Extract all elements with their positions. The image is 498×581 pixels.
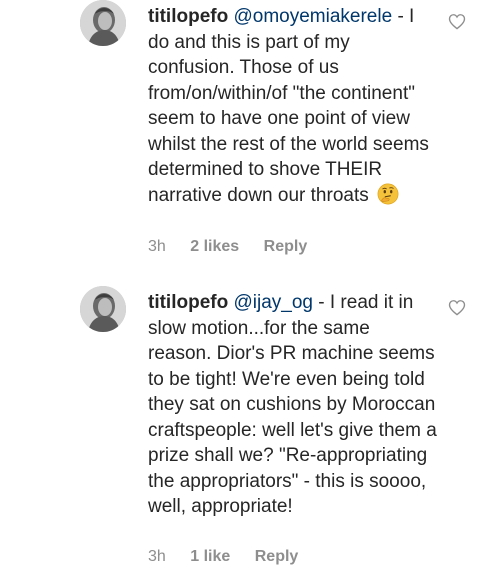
reply-button[interactable]: Reply [255,548,299,565]
like-heart-icon[interactable] [448,13,466,30]
comment-username[interactable]: titilopefo [148,6,228,27]
comment-likes-count[interactable]: 1 like [190,548,230,565]
comment-body: - I do and this is part of my confusion.… [148,6,429,206]
comment-text: titilopefo @ijay_og - I read it in slow … [148,290,438,520]
comment-username[interactable]: titilopefo [148,292,228,313]
comment-text: titilopefo @omoyemiakerele - I do and th… [148,4,438,208]
avatar[interactable] [80,286,126,332]
reply-button[interactable]: Reply [264,238,308,255]
comment-mention-link[interactable]: @omoyemiakerele [233,6,392,27]
comment-meta: 3h 1 like Reply [148,548,318,566]
comment-timestamp: 3h [148,548,166,565]
comment: titilopefo @omoyemiakerele - I do and th… [0,0,498,290]
avatar-photo-icon [80,0,126,46]
avatar[interactable] [80,0,126,46]
thinking-face-emoji [377,183,399,204]
comment-mention-link[interactable]: @ijay_og [233,292,313,313]
comment-meta: 3h 2 likes Reply [148,238,327,256]
comment-body: - I read it in slow motion...for the sam… [148,292,437,517]
avatar-photo-icon [80,286,126,332]
comment-timestamp: 3h [148,238,166,255]
like-heart-icon[interactable] [448,299,466,316]
comment: titilopefo @ijay_og - I read it in slow … [0,286,498,581]
comment-likes-count[interactable]: 2 likes [190,238,239,255]
